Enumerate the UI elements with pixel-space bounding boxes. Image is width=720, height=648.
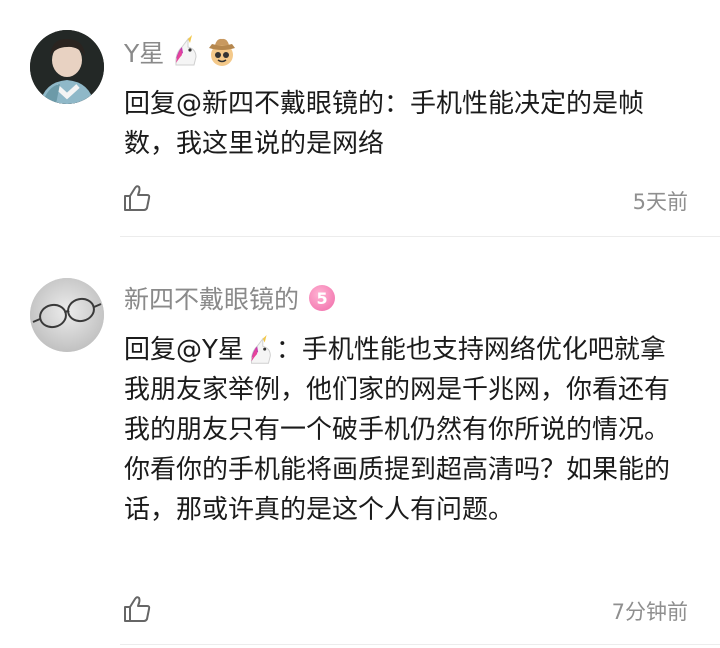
cowboy-emoji-icon (209, 38, 236, 66)
unicorn-emoji-icon (175, 35, 197, 66)
comment-body: 回复@Y星 ：手机性能也支持网络优化吧就拿我朋友家举例，他们家的网是千兆网，你看… (124, 330, 684, 530)
avatar[interactable] (30, 30, 104, 104)
mention[interactable]: 回复@新四不戴眼镜的 (124, 89, 384, 119)
comment-item: Y星 回复@新四不戴眼镜的：手机性能决定的是帧数，我这里说的是网络 5天前 (0, 0, 720, 238)
thumbs-up-icon (124, 596, 151, 622)
username-text: Y星 (124, 39, 165, 68)
timestamp: 5天前 (632, 190, 688, 214)
avatar-image (30, 30, 104, 104)
username[interactable]: Y星 (124, 34, 238, 70)
timestamp: 7分钟前 (611, 600, 688, 624)
avatar-image (30, 278, 104, 352)
like-button[interactable] (122, 183, 152, 213)
divider (120, 644, 720, 645)
comment-body: 回复@新四不戴眼镜的：手机性能决定的是帧数，我这里说的是网络 (124, 84, 684, 164)
username[interactable]: 新四不戴眼镜的 5 (124, 280, 336, 316)
level-badge: 5 (309, 285, 336, 311)
comment-item: 新四不戴眼镜的 5 回复@Y星 ：手机性能也支持网络优化吧就拿我朋友家举例，他们… (0, 238, 720, 648)
mention[interactable]: 回复@Y星 (124, 335, 244, 365)
thumbs-up-icon (124, 185, 151, 211)
unicorn-emoji-icon (250, 334, 271, 364)
like-button[interactable] (122, 594, 152, 624)
username-text: 新四不戴眼镜的 (124, 285, 300, 314)
avatar[interactable] (30, 278, 104, 352)
divider (120, 236, 720, 237)
